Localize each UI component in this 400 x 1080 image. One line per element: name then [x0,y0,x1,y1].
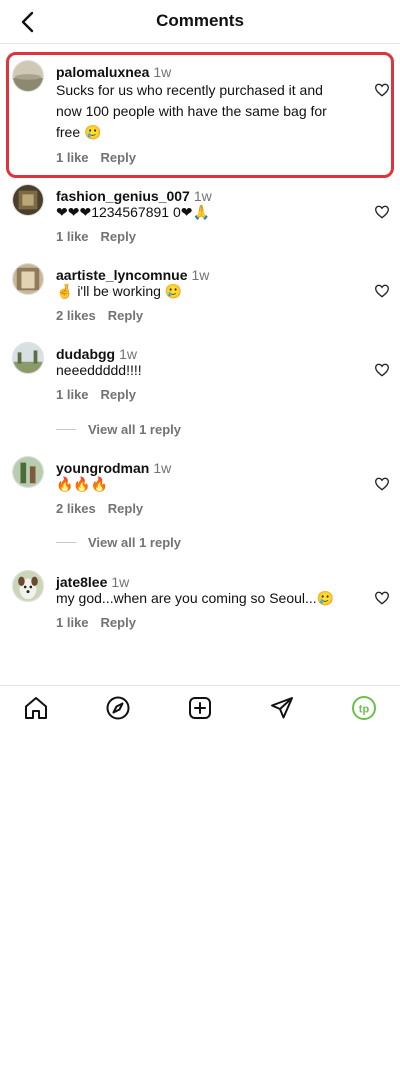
send-icon [271,697,293,719]
plus-square-icon [189,697,211,719]
avatar[interactable] [12,456,44,488]
comment-text: my god...when are you coming so Seoul...… [56,590,335,606]
heart-outline-icon [374,477,390,491]
comment-likes[interactable]: 1 like [56,229,89,244]
avatar[interactable] [12,184,44,216]
avatar[interactable] [12,263,44,295]
nav-home[interactable] [23,695,49,721]
nav-explore[interactable] [105,695,131,721]
comment-likes[interactable]: 2 likes [56,501,96,516]
divider [56,429,76,430]
comment-text: Sucks for us who recently purchased it a… [56,82,327,140]
heart-outline-icon [374,591,390,605]
divider [56,542,76,543]
like-button[interactable] [374,82,390,98]
comment-likes[interactable]: 1 like [56,387,89,402]
like-button[interactable] [374,590,390,606]
comment-likes[interactable]: 1 like [56,615,89,630]
bottom-nav: tp [0,685,400,731]
reply-button[interactable]: Reply [108,501,143,516]
like-button[interactable] [374,362,390,378]
view-replies-button[interactable]: View all 1 reply [56,535,181,550]
comment-text: 🤞 i'll be working 🥲 [56,283,183,299]
comment-text: ❤❤❤1234567891 0❤🙏 [56,204,210,220]
profile-tp-icon: tp [352,696,376,720]
avatar[interactable] [12,342,44,374]
reply-button[interactable]: Reply [101,150,136,165]
heart-outline-icon [374,363,390,377]
nav-create[interactable] [187,695,213,721]
comment-text: 🔥🔥🔥 [56,476,109,492]
header-bar: Comments [0,0,400,44]
view-replies-label: View all 1 reply [88,535,181,550]
like-button[interactable] [374,204,390,220]
nav-messages[interactable] [269,695,295,721]
comment-likes[interactable]: 1 like [56,150,89,165]
reply-button[interactable]: Reply [101,387,136,402]
reply-button[interactable]: Reply [108,308,143,323]
heart-outline-icon [374,205,390,219]
home-icon [25,697,47,719]
comment-text: neeeddddd!!!! [56,362,142,378]
comment-likes[interactable]: 2 likes [56,308,96,323]
comment-time: 1w [153,64,172,80]
compass-icon [106,696,130,720]
comment-username[interactable]: palomaluxnea [56,64,149,80]
heart-outline-icon [374,83,390,97]
avatar[interactable] [12,570,44,602]
svg-text:tp: tp [359,704,370,716]
view-replies-label: View all 1 reply [88,422,181,437]
page-title: Comments [156,11,244,30]
avatar[interactable] [12,60,44,92]
like-button[interactable] [374,476,390,492]
like-button[interactable] [374,283,390,299]
reply-button[interactable]: Reply [101,615,136,630]
nav-profile[interactable]: tp [351,695,377,721]
view-replies-button[interactable]: View all 1 reply [56,422,181,437]
heart-outline-icon [374,284,390,298]
reply-button[interactable]: Reply [101,229,136,244]
